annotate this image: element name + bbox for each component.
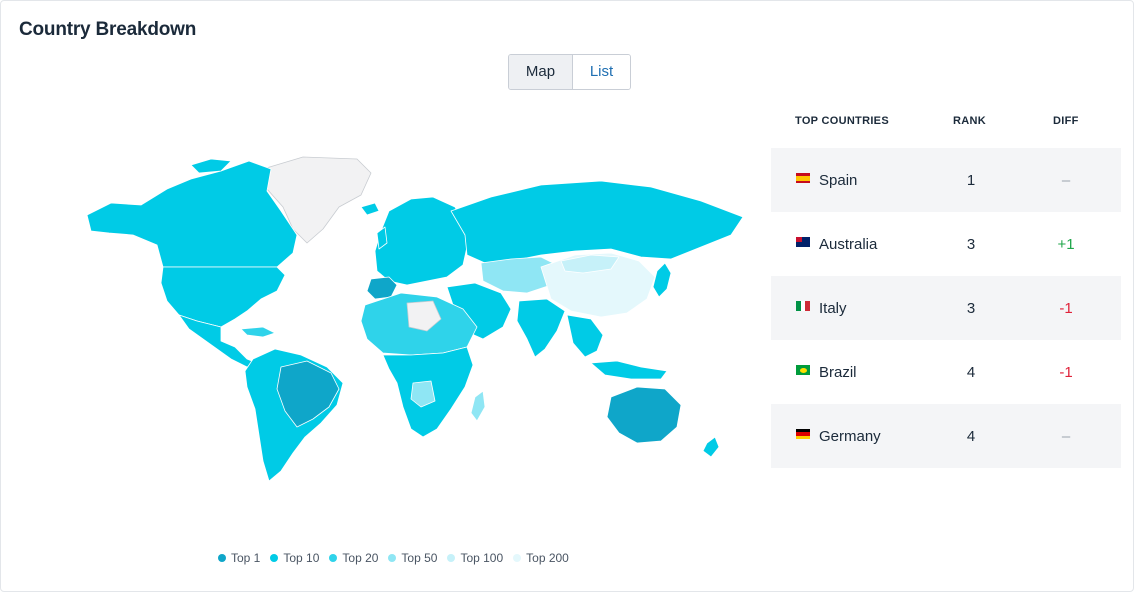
brazil-flag-icon xyxy=(796,365,810,375)
legend-item-top-100: Top 100 xyxy=(447,551,503,565)
map-region-australia[interactable] xyxy=(606,386,682,444)
map-region-caribbean[interactable] xyxy=(240,326,276,338)
legend-label: Top 20 xyxy=(342,551,379,565)
diff-value: +1 xyxy=(1057,235,1075,253)
rank-value: 4 xyxy=(966,427,976,445)
map-region-madagascar[interactable] xyxy=(470,390,486,422)
map-region-north-america-north[interactable] xyxy=(86,160,298,268)
diff-value: -1 xyxy=(1059,299,1073,317)
country-name: Australia xyxy=(819,235,878,253)
legend-dot xyxy=(329,554,338,562)
card-title: Country Breakdown xyxy=(19,19,197,40)
country-name: Brazil xyxy=(819,363,857,381)
map-region-iceland[interactable] xyxy=(360,202,380,216)
spain-flag-icon xyxy=(796,173,810,183)
list-view-button[interactable]: List xyxy=(573,55,630,89)
rank-value: 1 xyxy=(966,171,976,189)
country-breakdown-card: Country Breakdown Map List Top 1 Top 10 … xyxy=(0,0,1134,592)
table-row[interactable]: Germany 4 – xyxy=(771,404,1121,468)
legend-item-top-50: Top 50 xyxy=(388,551,437,565)
world-map[interactable] xyxy=(71,151,751,491)
view-toggle: Map List xyxy=(508,54,631,90)
table-row[interactable]: Italy 3 -1 xyxy=(771,276,1121,340)
legend-dot xyxy=(447,554,456,562)
legend-item-top-20: Top 20 xyxy=(329,551,378,565)
top-countries-table: Spain 1 – Australia 3 +1 Italy 3 -1 Braz… xyxy=(771,148,1121,468)
map-view-button[interactable]: Map xyxy=(509,55,573,89)
legend-label: Top 1 xyxy=(231,551,261,565)
legend-item-top-200: Top 200 xyxy=(513,551,569,565)
legend-label: Top 200 xyxy=(526,551,569,565)
diff-value: -1 xyxy=(1059,363,1073,381)
country-name: Germany xyxy=(819,427,881,445)
australia-flag-icon xyxy=(796,237,810,247)
legend-dot xyxy=(270,554,279,562)
table-row[interactable]: Spain 1 – xyxy=(771,148,1121,212)
map-legend: Top 1 Top 10 Top 20 Top 50 Top 100 Top 2… xyxy=(218,551,569,565)
legend-item-top-10: Top 10 xyxy=(270,551,319,565)
rank-value: 3 xyxy=(966,299,976,317)
rank-value: 4 xyxy=(966,363,976,381)
rank-value: 3 xyxy=(966,235,976,253)
diff-value: – xyxy=(1061,427,1071,445)
table-row[interactable]: Australia 3 +1 xyxy=(771,212,1121,276)
legend-dot xyxy=(388,554,397,562)
map-region-indonesia[interactable] xyxy=(590,360,668,380)
italy-flag-icon xyxy=(796,301,810,311)
map-region-japan[interactable] xyxy=(652,262,672,298)
legend-dot xyxy=(218,554,226,562)
germany-flag-icon xyxy=(796,429,810,439)
country-name: Spain xyxy=(819,171,858,189)
map-region-usa[interactable] xyxy=(160,266,286,328)
legend-item-top-1: Top 1 xyxy=(218,551,260,565)
country-name: Italy xyxy=(819,299,847,317)
diff-value: – xyxy=(1061,171,1071,189)
map-region-russia[interactable] xyxy=(450,180,744,264)
map-region-new-zealand[interactable] xyxy=(702,436,720,458)
world-map-svg xyxy=(86,156,744,482)
legend-label: Top 50 xyxy=(401,551,438,565)
table-row[interactable]: Brazil 4 -1 xyxy=(771,340,1121,404)
legend-dot xyxy=(513,554,522,562)
column-header-rank: RANK xyxy=(953,115,986,127)
map-region-southeast-asia[interactable] xyxy=(566,314,604,358)
column-header-country: TOP COUNTRIES xyxy=(795,115,889,127)
legend-label: Top 100 xyxy=(460,551,504,565)
map-region-india[interactable] xyxy=(516,298,566,358)
legend-label: Top 10 xyxy=(283,551,320,565)
column-header-diff: DIFF xyxy=(1053,115,1079,127)
